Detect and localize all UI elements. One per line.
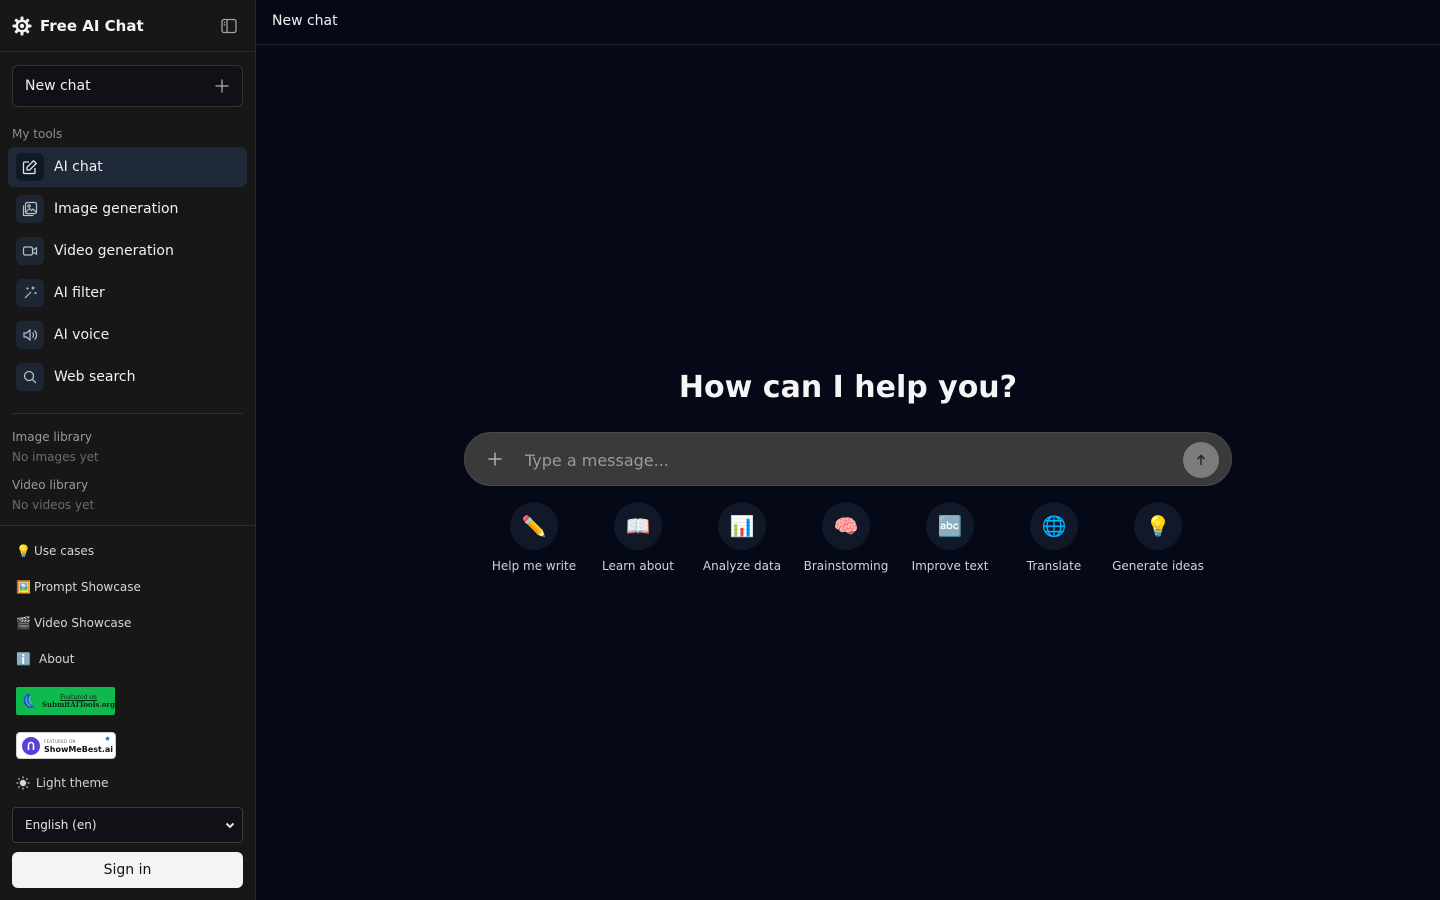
submitaitools-badge[interactable]: Featured on SubmitAITools.org — [16, 687, 115, 715]
info-icon: ℹ️ — [16, 652, 31, 666]
suggestion-improve-text[interactable]: 🔤 Improve text — [900, 502, 1000, 573]
tool-label: AI chat — [54, 159, 103, 175]
suggestion-label: Translate — [1026, 559, 1082, 573]
arrow-up-icon — [1196, 454, 1206, 465]
globe-icon: 🌐 — [1030, 502, 1078, 550]
video-library-empty: No videos yet — [12, 498, 95, 512]
sidebar-toggle-button[interactable] — [220, 17, 238, 35]
video-library-title[interactable]: Video library — [12, 478, 88, 492]
link-label: Use cases — [34, 544, 95, 558]
link-about[interactable]: ℹ️ About — [16, 652, 74, 666]
submitaitools-logo-icon — [23, 693, 35, 708]
badge-big-text: ShowMeBest.ai — [44, 744, 114, 754]
brand[interactable]: Free AI Chat — [12, 14, 144, 38]
sidebar-panel-icon — [221, 18, 237, 34]
sign-in-button[interactable]: Sign in — [12, 852, 243, 888]
hero-title: How can I help you? — [678, 370, 1018, 405]
brand-name: Free AI Chat — [40, 17, 144, 35]
suggestion-analyze-data[interactable]: 📊 Analyze data — [692, 502, 792, 573]
page-title: New chat — [272, 13, 338, 29]
sidebar-divider — [12, 413, 243, 414]
image-library-empty: No images yet — [12, 450, 99, 464]
lightbulb-icon: 💡 — [16, 544, 31, 558]
pencil-icon: ✏️ — [510, 502, 558, 550]
new-chat-label: New chat — [25, 78, 91, 94]
link-label: About — [39, 652, 75, 666]
suggestion-translate[interactable]: 🌐 Translate — [1004, 502, 1104, 573]
sparkles-icon — [16, 279, 44, 307]
message-composer — [464, 432, 1232, 486]
header-divider — [0, 51, 255, 52]
sidebar: Free AI Chat New chat My tools AI chat I… — [0, 0, 256, 900]
send-button[interactable] — [1183, 442, 1219, 478]
badge-small-text: FEATURED ON — [44, 738, 76, 744]
brain-icon: 🧠 — [822, 502, 870, 550]
sidebar-divider — [0, 525, 255, 526]
tool-label: Video generation — [54, 243, 174, 259]
link-video-showcase[interactable]: 🎬 Video Showcase — [16, 616, 131, 630]
gear-logo-icon — [12, 16, 32, 36]
clapper-icon: 🎬 — [16, 616, 31, 630]
tool-label: Image generation — [54, 201, 179, 217]
tools-section-label: My tools — [12, 127, 63, 141]
link-use-cases[interactable]: 💡 Use cases — [16, 544, 94, 558]
suggestion-label: Brainstorming — [803, 559, 889, 573]
suggestion-label: Improve text — [911, 559, 989, 573]
video-icon — [16, 237, 44, 265]
tool-item-web-search[interactable]: Web search — [8, 357, 247, 397]
suggestion-label: Analyze data — [702, 559, 782, 573]
new-chat-button[interactable]: New chat — [12, 65, 243, 107]
speaker-icon — [16, 321, 44, 349]
bar-chart-icon: 📊 — [718, 502, 766, 550]
suggestion-help-me-write[interactable]: ✏️ Help me write — [484, 502, 584, 573]
suggestion-row: ✏️ Help me write 📖 Learn about 📊 Analyze… — [484, 502, 1212, 582]
tool-label: AI voice — [54, 327, 110, 343]
tool-item-ai-chat[interactable]: AI chat — [8, 147, 247, 187]
link-prompt-showcase[interactable]: 🖼️ Prompt Showcase — [16, 580, 141, 594]
main-area: New chat How can I help you? ✏️ Help me … — [256, 0, 1440, 900]
book-icon: 📖 — [614, 502, 662, 550]
showmebest-logo-icon — [22, 736, 40, 755]
suggestion-generate-ideas[interactable]: 💡 Generate ideas — [1108, 502, 1208, 573]
sun-icon — [16, 776, 30, 790]
language-selected-value: English (en) — [25, 818, 97, 832]
tool-label: AI filter — [54, 285, 105, 301]
plus-icon — [488, 452, 502, 466]
language-select[interactable]: English (en) — [12, 807, 243, 843]
tool-item-video-generation[interactable]: Video generation — [8, 231, 247, 271]
link-label: Prompt Showcase — [34, 580, 141, 594]
suggestion-brainstorming[interactable]: 🧠 Brainstorming — [796, 502, 896, 573]
abc-icon: 🔤 — [926, 502, 974, 550]
picture-icon: 🖼️ — [16, 580, 31, 594]
image-icon — [16, 195, 44, 223]
sign-in-label: Sign in — [103, 862, 152, 878]
suggestion-label: Help me write — [491, 559, 577, 573]
plus-icon — [215, 79, 229, 93]
suggestion-label: Learn about — [602, 559, 674, 573]
link-label: Video Showcase — [34, 616, 132, 630]
edit-icon — [16, 153, 44, 181]
message-input[interactable] — [525, 445, 1165, 475]
suggestion-learn-about[interactable]: 📖 Learn about — [588, 502, 688, 573]
search-icon — [16, 363, 44, 391]
tool-item-ai-voice[interactable]: AI voice — [8, 315, 247, 355]
tool-item-ai-filter[interactable]: AI filter — [8, 273, 247, 313]
tool-label: Web search — [54, 369, 136, 385]
showmebest-badge[interactable]: FEATURED ON ShowMeBest.ai — [16, 732, 116, 759]
theme-label: Light theme — [36, 776, 109, 790]
star-icon — [105, 736, 110, 741]
image-library-title[interactable]: Image library — [12, 430, 92, 444]
tool-item-image-generation[interactable]: Image generation — [8, 189, 247, 229]
attach-button[interactable] — [485, 449, 505, 469]
chevron-down-icon — [225, 822, 235, 829]
theme-toggle[interactable]: Light theme — [16, 776, 109, 790]
badge-big-text: SubmitAITools.org — [41, 700, 115, 709]
main-header: New chat — [256, 0, 1440, 45]
lightbulb-icon: 💡 — [1134, 502, 1182, 550]
suggestion-label: Generate ideas — [1112, 559, 1204, 573]
